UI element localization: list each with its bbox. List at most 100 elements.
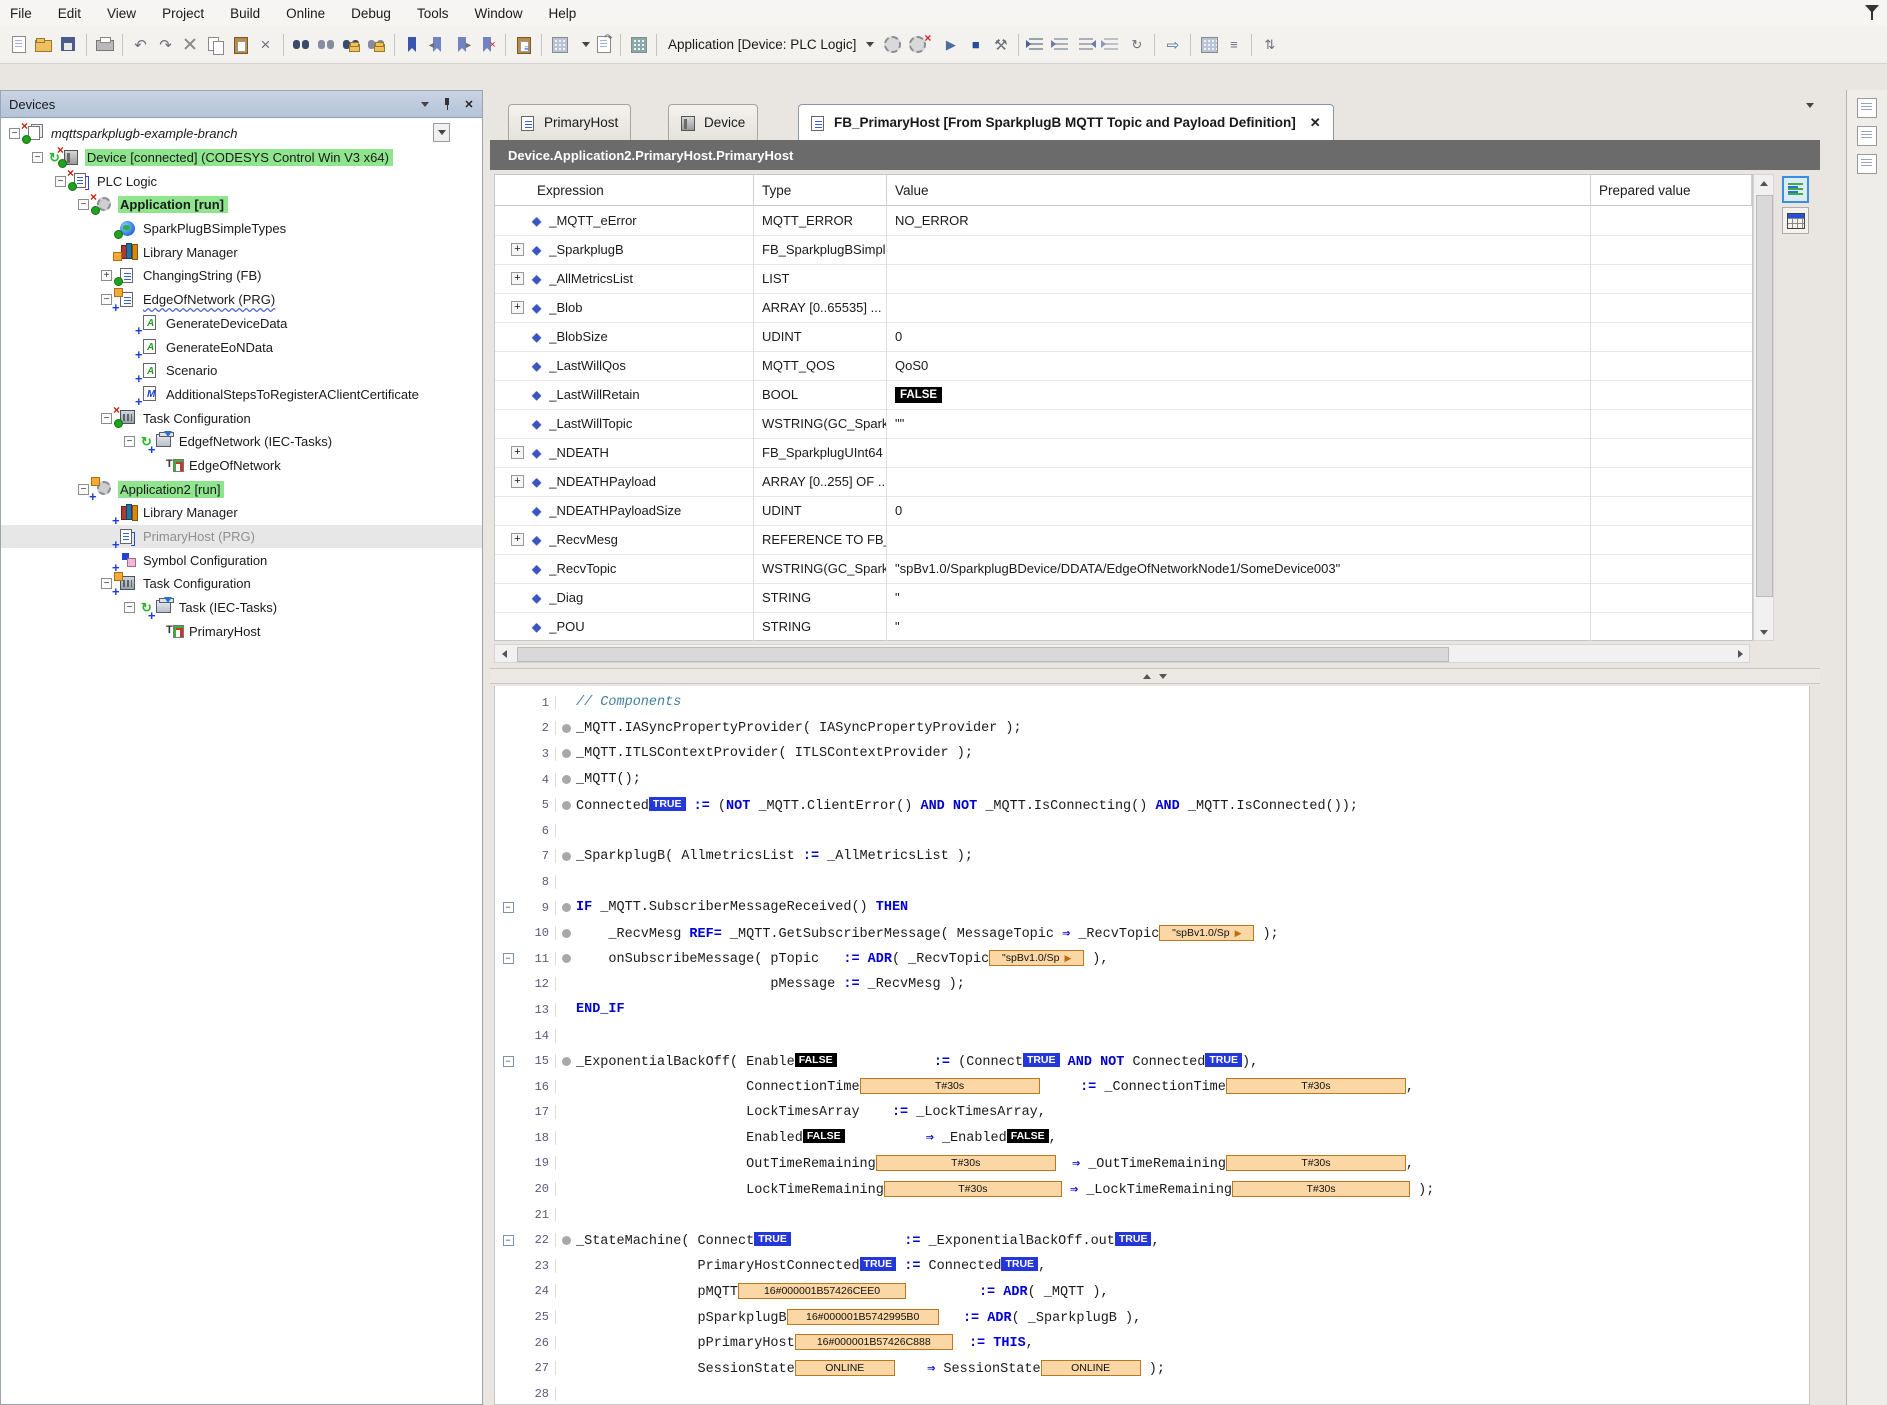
prepared-value-cell[interactable]: [1591, 467, 1752, 496]
tree-expander-icon[interactable]: −: [124, 602, 135, 613]
fold-collapse-icon[interactable]: −: [503, 1056, 514, 1067]
menu-online[interactable]: Online: [286, 6, 325, 21]
modules-icon[interactable]: [1857, 154, 1877, 174]
logout-icon[interactable]: [907, 34, 928, 55]
filter-funnel-icon[interactable]: [1863, 3, 1881, 21]
breakpoint-gutter[interactable]: [556, 954, 576, 963]
print-icon[interactable]: [94, 34, 115, 55]
declaration-view-button[interactable]: [1782, 176, 1809, 203]
table-row[interactable]: +◆_NDEATHFB_SparkplugUInt64: [495, 438, 1752, 468]
horizontal-scroll-thumb[interactable]: [517, 647, 1449, 662]
start-icon[interactable]: ▶: [940, 34, 961, 55]
tab-close-icon[interactable]: ✕: [1310, 115, 1321, 131]
login-icon[interactable]: [882, 34, 903, 55]
find-icon[interactable]: [291, 34, 312, 55]
tree-expander-icon[interactable]: +: [101, 270, 112, 281]
prepared-value-cell[interactable]: [1591, 525, 1752, 554]
devices-panel-menu-icon[interactable]: [416, 96, 434, 112]
tree-item[interactable]: +PrimaryHost (PRG): [1, 525, 482, 549]
editor-splitter[interactable]: [490, 668, 1820, 684]
expand-icon[interactable]: +: [511, 301, 524, 314]
breakpoint-gutter[interactable]: [556, 852, 576, 861]
tree-item[interactable]: −×PLC Logic: [1, 169, 482, 193]
table-row[interactable]: +◆_NDEATHPayloadARRAY [0..255] OF ...: [495, 467, 1752, 497]
tab-list-dropdown-icon[interactable]: [1806, 108, 1814, 126]
tree-item[interactable]: −↻+Task (IEC-Tasks): [1, 596, 482, 620]
find-in-project-icon[interactable]: [341, 34, 362, 55]
cut-icon[interactable]: [180, 34, 201, 55]
expand-icon[interactable]: +: [511, 475, 524, 488]
breakpoint-gutter[interactable]: [556, 929, 576, 938]
toolbox-icon[interactable]: [1857, 98, 1877, 118]
devices-panel-close-icon[interactable]: ✕: [460, 96, 478, 112]
run-to-cursor-icon[interactable]: [1101, 34, 1122, 55]
tab-fb_primaryhost[interactable]: FB_PrimaryHost [From SparkplugB MQTT Top…: [798, 104, 1334, 140]
prepared-value-cell[interactable]: [1591, 206, 1752, 235]
properties-icon[interactable]: [1857, 126, 1877, 146]
table-row[interactable]: ◆_RecvTopicWSTRING(GC_Spark..."spBv1.0/S…: [495, 554, 1752, 584]
column-header-value[interactable]: Value: [887, 175, 1591, 206]
devices-panel-pin-icon[interactable]: [438, 96, 456, 112]
tree-expander-icon[interactable]: −: [124, 436, 135, 447]
fold-collapse-icon[interactable]: −: [503, 1235, 514, 1246]
tree-item[interactable]: A+Scenario: [1, 359, 482, 383]
tree-item[interactable]: +ChangingString (FB): [1, 264, 482, 288]
tree-expander-icon[interactable]: −: [78, 199, 89, 210]
watch-table-vertical-scrollbar[interactable]: [1753, 174, 1774, 641]
expand-icon[interactable]: +: [511, 243, 524, 256]
tree-expander-icon[interactable]: −: [101, 294, 112, 305]
replace-in-project-icon[interactable]: [366, 34, 387, 55]
menu-build[interactable]: Build: [230, 6, 260, 21]
tree-item[interactable]: −+Task Configuration: [1, 572, 482, 596]
breakpoint-gutter[interactable]: [556, 903, 576, 912]
tab-primaryhost[interactable]: PrimaryHost: [508, 104, 631, 140]
scroll-left-icon[interactable]: [495, 645, 513, 662]
breakpoint-tools-icon[interactable]: ⚒: [990, 34, 1011, 55]
table-row[interactable]: ◆_POUSTRING": [495, 612, 1752, 642]
prepared-value-cell[interactable]: [1591, 322, 1752, 351]
breakpoint-gutter[interactable]: [556, 749, 576, 758]
tree-item[interactable]: PrimaryHost: [1, 619, 482, 643]
table-row[interactable]: ◆_LastWillRetainBOOLFALSE: [495, 380, 1752, 410]
table-row[interactable]: ◆_DiagSTRING": [495, 583, 1752, 613]
prepared-value-cell[interactable]: [1591, 612, 1752, 641]
save-icon[interactable]: [58, 34, 79, 55]
bookmark-prev-icon[interactable]: ◄: [427, 34, 448, 55]
prepared-value-cell[interactable]: [1591, 264, 1752, 293]
step-over-icon[interactable]: [1026, 34, 1047, 55]
tree-item[interactable]: M+AdditionalStepsToRegisterAClientCertif…: [1, 383, 482, 407]
menu-view[interactable]: View: [107, 6, 136, 21]
fold-collapse-icon[interactable]: −: [503, 953, 514, 964]
table-row[interactable]: +◆_SparkplugBFB_SparkplugBSimple: [495, 235, 1752, 265]
tree-item[interactable]: +Library Manager: [1, 501, 482, 525]
tree-item[interactable]: +Symbol Configuration: [1, 548, 482, 572]
expand-icon[interactable]: +: [511, 533, 524, 546]
tree-item[interactable]: EdgeOfNetwork: [1, 454, 482, 478]
menu-help[interactable]: Help: [548, 6, 576, 21]
update-device-icon[interactable]: ↷: [592, 34, 613, 55]
clipboard-list-icon[interactable]: ≡: [513, 34, 534, 55]
stop-icon[interactable]: ■: [965, 34, 986, 55]
vertical-scroll-thumb[interactable]: [1756, 195, 1773, 597]
device-combo-dropdown[interactable]: [433, 123, 450, 142]
menu-window[interactable]: Window: [474, 6, 522, 21]
tree-expander-icon[interactable]: −: [55, 176, 66, 187]
tree-item[interactable]: A+GenerateDeviceData: [1, 312, 482, 336]
tree-expander-icon[interactable]: −: [101, 413, 112, 424]
bookmark-next-icon[interactable]: ►: [452, 34, 473, 55]
prepared-value-cell[interactable]: [1591, 496, 1752, 525]
bookmark-toggle-icon[interactable]: [402, 34, 423, 55]
table-row[interactable]: +◆_BlobARRAY [0..65535] ...: [495, 293, 1752, 323]
flow-control-icon[interactable]: [1198, 34, 1219, 55]
tree-item[interactable]: SparkPlugBSimpleTypes: [1, 217, 482, 241]
paste-icon[interactable]: [230, 34, 251, 55]
tree-item[interactable]: Library Manager: [1, 240, 482, 264]
step-out-icon[interactable]: [1076, 34, 1097, 55]
prepared-value-cell[interactable]: [1591, 409, 1752, 438]
scroll-right-icon[interactable]: [1731, 645, 1749, 662]
tree-item[interactable]: −+Application2 [run]: [1, 477, 482, 501]
menu-debug[interactable]: Debug: [351, 6, 391, 21]
tree-expander-icon[interactable]: −: [78, 484, 89, 495]
watch-table-horizontal-scrollbar[interactable]: [494, 644, 1750, 663]
tree-item[interactable]: −+EdgeOfNetwork (PRG): [1, 288, 482, 312]
